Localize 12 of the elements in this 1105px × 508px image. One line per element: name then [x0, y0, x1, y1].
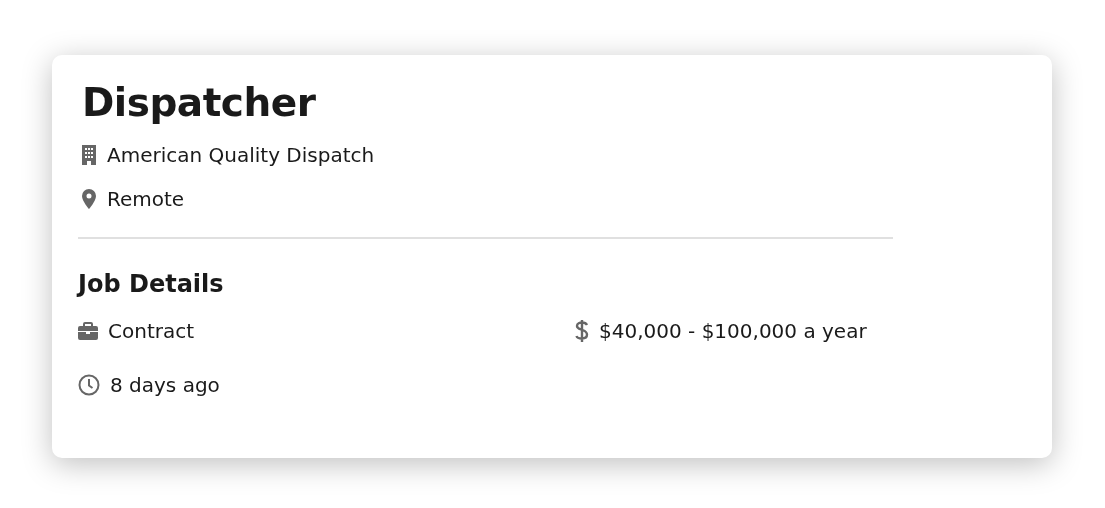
- section-heading: Job Details: [78, 269, 225, 300]
- briefcase-icon: [78, 322, 98, 340]
- building-icon: [81, 145, 97, 165]
- detail-text: 8 days ago: [110, 372, 220, 399]
- detail-text: Contract: [108, 318, 195, 345]
- detail-text: $40,000 - $100,000 a year: [599, 318, 867, 345]
- dollar-icon: [575, 319, 589, 343]
- location-pin-icon: [81, 189, 97, 209]
- company-name: American Quality Dispatch: [107, 142, 375, 169]
- job-title: Dispatcher: [82, 79, 317, 127]
- job-location: Remote: [107, 186, 185, 213]
- clock-icon: [78, 374, 100, 396]
